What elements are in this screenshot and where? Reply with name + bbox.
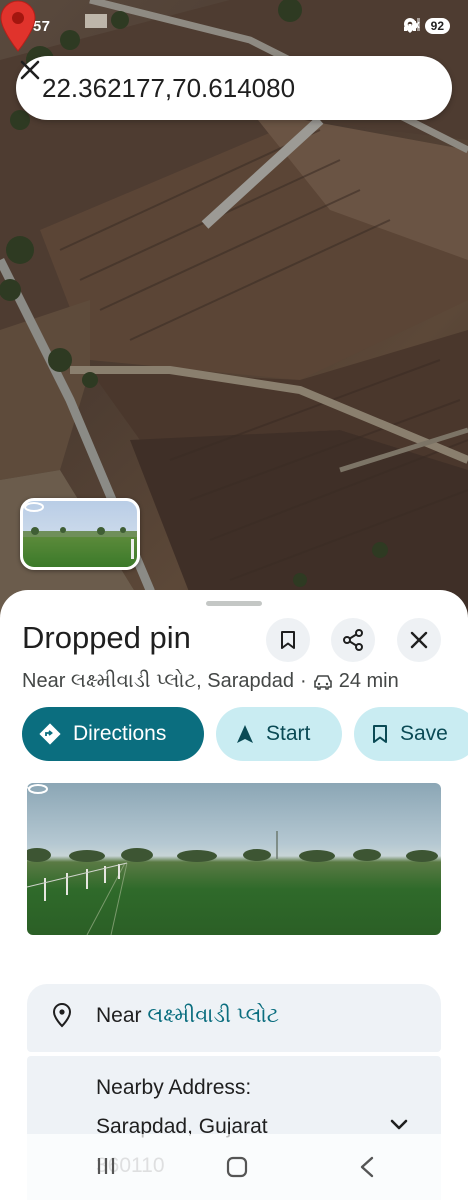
drive-time: 24 min: [338, 670, 399, 692]
place-sheet[interactable]: Dropped pin Near લક્ષ્મીવાડી પ્લોટ, Sara…: [0, 590, 468, 1200]
nearby-address-label: Nearby Address:: [96, 1076, 252, 1099]
near-place-link[interactable]: લક્ષ્મીવાડી પ્લોટ: [147, 1004, 279, 1027]
close-icon: [410, 631, 428, 649]
place-near-text: Near લક્ષ્મીવાડી પ્લોટ, Sarapdad: [22, 670, 295, 692]
signal-icon: [404, 18, 421, 31]
street-view-360-icon: [23, 502, 44, 512]
search-input[interactable]: [42, 56, 382, 120]
chevron-down-icon[interactable]: [389, 1118, 409, 1132]
save-label: Save: [400, 722, 448, 745]
home-icon[interactable]: [225, 1155, 249, 1179]
street-view-360-icon: [27, 784, 48, 794]
close-sheet-button[interactable]: [397, 618, 441, 662]
street-view-thumbnail[interactable]: [20, 498, 140, 570]
drag-handle[interactable]: [206, 601, 262, 606]
near-prefix: Near: [96, 1004, 142, 1027]
bookmark-icon: [373, 725, 387, 743]
status-icons: 4G 92: [404, 18, 450, 34]
directions-button[interactable]: Directions: [22, 707, 204, 761]
near-place-row[interactable]: Near લક્ષ્મીવાડી પ્લોટ: [27, 984, 441, 1052]
system-nav-bar: [0, 1134, 468, 1200]
map-pin-icon[interactable]: [0, 0, 36, 52]
navigation-arrow-icon: [237, 725, 253, 743]
location-pin-icon: [52, 1002, 72, 1028]
car-icon: [313, 674, 332, 690]
directions-icon: [39, 723, 61, 745]
recent-apps-icon[interactable]: [95, 1155, 117, 1177]
near-place-text: Near લક્ષ્મીવાડી પ્લોટ: [96, 1004, 279, 1028]
back-icon[interactable]: [357, 1155, 377, 1179]
place-title: Dropped pin: [22, 620, 191, 655]
map-view[interactable]: 4:57 4G 92: [0, 0, 468, 620]
directions-label: Directions: [73, 722, 167, 745]
save-button[interactable]: Save: [354, 707, 468, 761]
action-buttons: Directions Start Save: [22, 707, 468, 761]
search-bar[interactable]: [16, 56, 452, 120]
start-button[interactable]: Start: [216, 707, 342, 761]
status-bar: 4:57 4G 92: [0, 0, 468, 56]
close-icon[interactable]: [16, 56, 44, 84]
start-label: Start: [266, 722, 311, 745]
share-icon: [343, 629, 363, 651]
place-photo-image: [27, 831, 438, 935]
subtitle-separator: ·: [300, 670, 307, 692]
battery-indicator: 92: [424, 18, 450, 34]
place-subtitle: Near લક્ષ્મીવાડી પ્લોટ, Sarapdad · 24 mi…: [22, 670, 399, 693]
bookmark-icon: [281, 631, 295, 649]
bookmark-button[interactable]: [266, 618, 310, 662]
place-photo[interactable]: [27, 783, 441, 935]
share-button[interactable]: [331, 618, 375, 662]
